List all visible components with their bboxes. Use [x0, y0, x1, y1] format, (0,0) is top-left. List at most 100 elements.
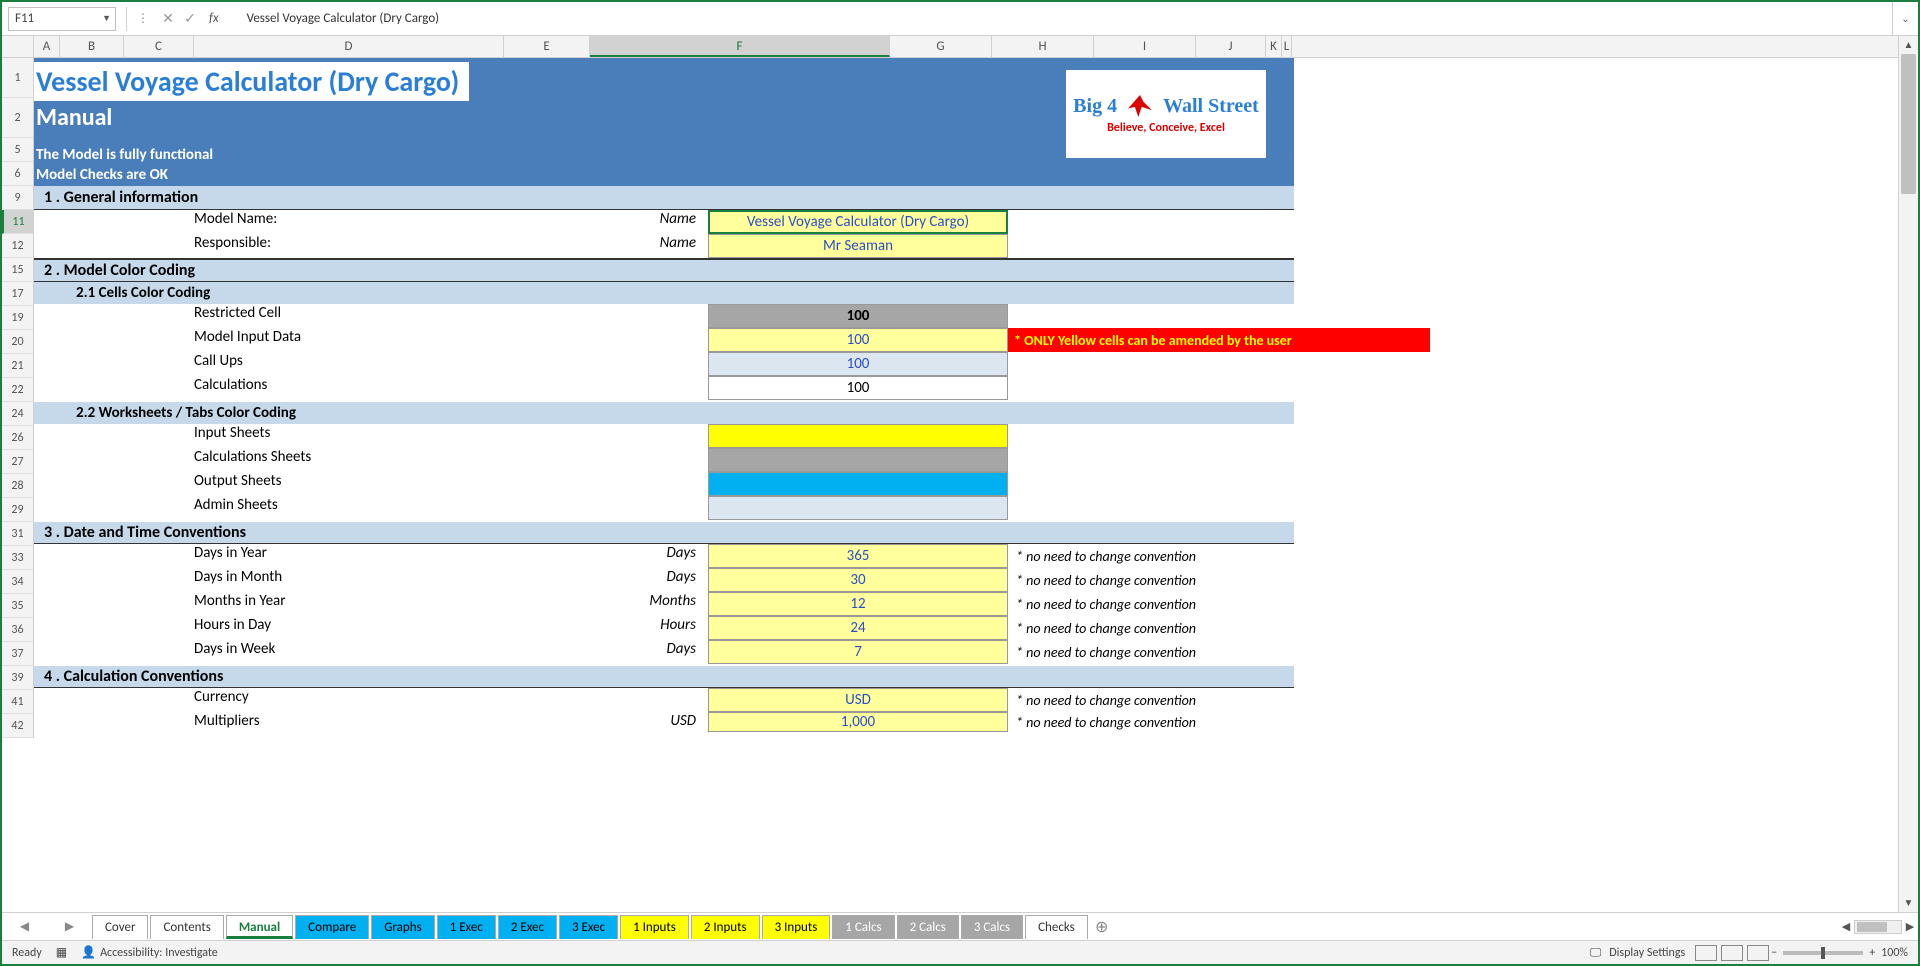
add-sheet-button[interactable]: ⊕: [1090, 917, 1114, 937]
input-days-month[interactable]: 30: [708, 568, 1008, 592]
tab-2-inputs[interactable]: 2 Inputs: [691, 915, 760, 939]
row-header-21[interactable]: 21: [2, 354, 33, 378]
col-E[interactable]: E: [504, 36, 590, 57]
tab-1-exec[interactable]: 1 Exec: [437, 915, 496, 939]
col-D[interactable]: D: [194, 36, 504, 57]
row-header-37[interactable]: 37: [2, 642, 33, 666]
row-header-12[interactable]: 12: [2, 234, 33, 258]
input-hours-day[interactable]: 24: [708, 616, 1008, 640]
row-header-24[interactable]: 24: [2, 402, 33, 426]
col-A[interactable]: A: [34, 36, 60, 57]
row-header-42[interactable]: 42: [2, 714, 33, 738]
row-header-17[interactable]: 17: [2, 282, 33, 306]
row-header-9[interactable]: 9: [2, 186, 33, 210]
row-header-20[interactable]: 20: [2, 330, 33, 354]
tab-compare[interactable]: Compare: [295, 915, 369, 939]
zoom-in-icon[interactable]: +: [1869, 946, 1875, 960]
tab-checks[interactable]: Checks: [1025, 915, 1088, 939]
tab-3-inputs[interactable]: 3 Inputs: [762, 915, 831, 939]
col-C[interactable]: C: [124, 36, 194, 57]
vertical-scrollbar[interactable]: ▲ ▼: [1898, 36, 1918, 912]
macro-icon[interactable]: ▦: [56, 945, 67, 960]
hscroll-thumb[interactable]: [1857, 922, 1887, 932]
tab-2-calcs[interactable]: 2 Calcs: [897, 915, 959, 939]
cancel-icon[interactable]: ✕: [157, 10, 179, 27]
view-buttons[interactable]: [1693, 945, 1771, 961]
row-header-33[interactable]: 33: [2, 546, 33, 570]
zoom-out-icon[interactable]: −: [1771, 946, 1777, 960]
tab-2-exec[interactable]: 2 Exec: [498, 915, 557, 939]
worksheet-grid[interactable]: A B C D E F G H I J K L 1256911121517192…: [2, 36, 1898, 912]
tab-3-calcs[interactable]: 3 Calcs: [961, 915, 1023, 939]
chevron-down-icon[interactable]: ▼: [102, 13, 111, 24]
input-model-name[interactable]: Vessel Voyage Calculator (Dry Cargo): [708, 210, 1008, 234]
display-settings-icon[interactable]: 🖵: [1590, 946, 1602, 960]
input-multipliers[interactable]: 1,000: [708, 712, 1008, 732]
col-K[interactable]: K: [1266, 36, 1282, 57]
row-header-1[interactable]: 1: [2, 58, 33, 98]
dots-icon[interactable]: ⋮: [137, 11, 149, 26]
accessibility-text[interactable]: Accessibility: Investigate: [100, 946, 218, 960]
col-L[interactable]: L: [1282, 36, 1292, 57]
check-icon[interactable]: ✓: [179, 10, 201, 27]
tab-3-exec[interactable]: 3 Exec: [559, 915, 618, 939]
expand-formula-icon[interactable]: ⌄: [1892, 2, 1918, 35]
input-responsible[interactable]: Mr Seaman: [708, 234, 1008, 258]
col-F[interactable]: F: [590, 36, 890, 57]
col-B[interactable]: B: [60, 36, 124, 57]
hscroll-left-icon[interactable]: ◀: [1838, 920, 1854, 933]
fx-icon[interactable]: fx: [209, 11, 219, 26]
tab-1-inputs[interactable]: 1 Inputs: [620, 915, 689, 939]
row-header-6[interactable]: 6: [2, 162, 33, 186]
col-I[interactable]: I: [1094, 36, 1196, 57]
tab-nav-buttons[interactable]: ◀▶: [2, 919, 92, 934]
row-header-29[interactable]: 29: [2, 498, 33, 522]
row-header-5[interactable]: 5: [2, 138, 33, 162]
row-header-35[interactable]: 35: [2, 594, 33, 618]
scroll-down-icon[interactable]: ▼: [1899, 894, 1918, 912]
row-header-2[interactable]: 2: [2, 98, 33, 138]
status-ready: Ready: [12, 946, 42, 960]
name-box[interactable]: F11 ▼: [8, 7, 116, 31]
row-header-36[interactable]: 36: [2, 618, 33, 642]
row-header-26[interactable]: 26: [2, 426, 33, 450]
zoom-control[interactable]: − + 100%: [1771, 946, 1908, 960]
tab-contents[interactable]: Contents: [150, 915, 223, 939]
row-header-11[interactable]: 11: [2, 210, 33, 234]
hscroll-right-icon[interactable]: ▶: [1902, 920, 1918, 933]
input-currency[interactable]: USD: [708, 688, 1008, 712]
row-header-27[interactable]: 27: [2, 450, 33, 474]
display-settings-button[interactable]: Display Settings: [1601, 946, 1693, 960]
page-layout-icon: [1721, 945, 1743, 961]
row-header-31[interactable]: 31: [2, 522, 33, 546]
zoom-level[interactable]: 100%: [1881, 946, 1908, 960]
row-header-22[interactable]: 22: [2, 378, 33, 402]
cell-input-example[interactable]: 100: [708, 328, 1008, 352]
tab-graphs[interactable]: Graphs: [371, 915, 434, 939]
excel-window: F11 ▼ ⋮ ✕ ✓ fx Vessel Voyage Calculator …: [0, 0, 1920, 966]
input-days-year[interactable]: 365: [708, 544, 1008, 568]
status-bar: Ready ▦ 👤 Accessibility: Investigate 🖵 D…: [2, 940, 1918, 964]
cell-area[interactable]: Vessel Voyage Calculator (Dry Cargo) Man…: [34, 58, 1898, 738]
row-header-19[interactable]: 19: [2, 306, 33, 330]
col-H[interactable]: H: [992, 36, 1094, 57]
tab-manual[interactable]: Manual: [226, 915, 293, 939]
row-header-34[interactable]: 34: [2, 570, 33, 594]
col-J[interactable]: J: [1196, 36, 1266, 57]
accessibility-icon[interactable]: 👤: [81, 945, 96, 960]
col-G[interactable]: G: [890, 36, 992, 57]
input-months-year[interactable]: 12: [708, 592, 1008, 616]
tab-1-calcs[interactable]: 1 Calcs: [832, 915, 894, 939]
cell-restricted-example: 100: [708, 304, 1008, 328]
row-header-15[interactable]: 15: [2, 258, 33, 282]
row-header-41[interactable]: 41: [2, 690, 33, 714]
input-days-week[interactable]: 7: [708, 640, 1008, 664]
row-header-39[interactable]: 39: [2, 666, 33, 690]
row-header-28[interactable]: 28: [2, 474, 33, 498]
scroll-up-icon[interactable]: ▲: [1899, 36, 1918, 54]
tab-cover[interactable]: Cover: [92, 915, 148, 939]
formula-text[interactable]: Vessel Voyage Calculator (Dry Cargo): [227, 11, 1892, 26]
horizontal-scrollbar[interactable]: ◀ ▶: [1838, 920, 1918, 934]
scroll-thumb[interactable]: [1901, 54, 1916, 194]
select-all-corner[interactable]: [2, 36, 34, 57]
